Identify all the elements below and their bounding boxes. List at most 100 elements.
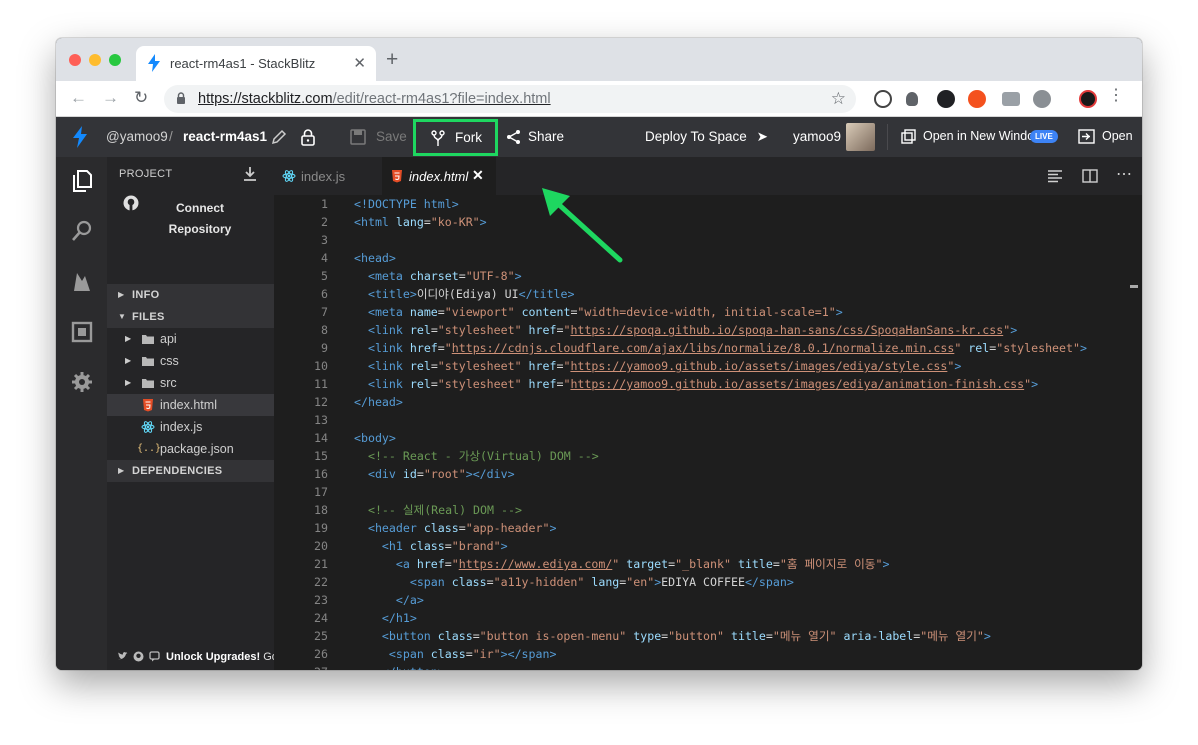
tab-index-js[interactable]: index.js — [274, 157, 382, 195]
extension-orange-icon[interactable] — [968, 90, 986, 108]
header-user[interactable]: @yamoo9 — [106, 129, 168, 144]
scrollbar-marker[interactable] — [1130, 285, 1138, 288]
new-tab-button[interactable]: + — [386, 49, 398, 70]
fork-label: Fork — [455, 130, 482, 145]
stackblitz-bolt-icon — [148, 54, 160, 72]
browser-tab-title: react-rm4as1 - StackBlitz — [170, 56, 316, 71]
code-line: <link rel="stylesheet" href="https://yam… — [367, 359, 962, 373]
folder-icon — [142, 379, 154, 388]
code-line: <meta charset="UTF-8"> — [367, 269, 522, 283]
chat-icon[interactable] — [149, 651, 160, 662]
line-number: 18 — [314, 503, 328, 517]
tree-item-css[interactable]: ▶ css — [107, 350, 274, 372]
tree-item-label: src — [160, 376, 177, 390]
github-icon[interactable] — [133, 651, 144, 662]
format-icon[interactable] — [1047, 168, 1063, 184]
line-number: 17 — [314, 485, 328, 499]
social-icons — [117, 651, 160, 665]
url-text: https://stackblitz.com/edit/react-rm4as1… — [198, 91, 551, 107]
code-line: <h1 class="brand"> — [381, 539, 508, 553]
section-dependencies[interactable]: ▶ DEPENDENCIES — [107, 460, 274, 482]
firebase-icon[interactable] — [70, 270, 94, 294]
activity-bar — [56, 157, 107, 670]
connect-repository-button[interactable]: Connect Repository — [155, 198, 245, 240]
line-number: 21 — [314, 557, 328, 571]
tree-item-package-json[interactable]: {..} package.json — [107, 438, 274, 460]
pencil-icon[interactable] — [270, 128, 288, 146]
extension-camera-icon[interactable] — [1002, 92, 1020, 106]
unlock-upgrades-link[interactable]: Unlock Upgrades! Go — [166, 651, 274, 663]
bookmark-star-icon[interactable]: ☆ — [831, 89, 846, 109]
upgrade-rest-label: Go — [263, 651, 274, 663]
line-number-gutter: 1 2 3 4 5 6 7 8 9 10 11 12 13 14 15 16 17 18 19 20 21 22 23 24 2… — [274, 195, 334, 670]
search-icon[interactable] — [70, 219, 94, 243]
header-username[interactable]: yamoo9 — [793, 129, 841, 144]
code-line: <span class="ir"></span> — [388, 647, 557, 661]
forward-arrow-icon[interactable]: → — [102, 89, 119, 106]
line-number: 19 — [314, 521, 328, 535]
split-editor-icon[interactable] — [1082, 168, 1098, 184]
fork-button[interactable]: Fork — [413, 119, 498, 156]
tree-item-src[interactable]: ▶ src — [107, 372, 274, 394]
extension-check-icon[interactable] — [1033, 90, 1051, 108]
url-host: https://stackblitz.com — [198, 91, 333, 107]
line-number: 24 — [314, 611, 328, 625]
browser-tab-strip: react-rm4as1 - StackBlitz ✕ + — [56, 38, 1142, 81]
minimize-window-button[interactable] — [89, 54, 101, 66]
address-bar: ← → ↻ https://stackblitz.com/edit/react-… — [56, 81, 1142, 117]
folder-icon — [142, 357, 154, 366]
stackblitz-logo-icon[interactable] — [72, 126, 88, 148]
save-label: Save — [376, 129, 407, 144]
tab-index-html[interactable]: index.html ✕ — [382, 157, 496, 195]
extensions-icon[interactable] — [70, 320, 94, 344]
settings-gear-icon[interactable] — [70, 370, 94, 394]
code-line: <!-- 실제(Real) DOM --> — [367, 503, 522, 517]
extension-star-icon[interactable] — [937, 90, 955, 108]
code-editor[interactable]: <!DOCTYPE html> <html lang="ko-KR"> <hea… — [334, 195, 1142, 670]
save-icon — [350, 129, 366, 145]
download-icon[interactable] — [243, 166, 257, 182]
close-tab-icon[interactable]: ✕ — [472, 167, 484, 184]
line-number: 3 — [321, 233, 328, 247]
reload-icon[interactable]: ↻ — [134, 89, 148, 106]
code-line: </button> — [354, 663, 445, 670]
section-files-label: FILES — [132, 311, 165, 323]
extension-bulb-icon[interactable] — [906, 92, 918, 106]
lock-icon[interactable] — [299, 128, 317, 146]
json-braces-icon: {..} — [137, 443, 162, 454]
code-line: <html lang="ko-KR"> — [354, 215, 487, 229]
line-number: 26 — [314, 647, 328, 661]
section-files[interactable]: ▼ FILES — [107, 306, 274, 328]
deploy-label: Deploy To Space — [645, 129, 747, 144]
caret-right-icon: ▶ — [118, 466, 125, 475]
browser-tab[interactable]: react-rm4as1 - StackBlitz ✕ — [136, 46, 376, 81]
browser-window: react-rm4as1 - StackBlitz ✕ + ← → ↻ http… — [56, 38, 1142, 670]
maximize-window-button[interactable] — [109, 54, 121, 66]
section-info[interactable]: ▶ INFO — [107, 284, 274, 306]
avatar[interactable] — [846, 123, 875, 151]
deploy-button[interactable]: Deploy To Space ➤ — [645, 129, 768, 145]
line-number: 11 — [314, 377, 328, 391]
react-icon — [141, 421, 155, 433]
browser-menu-icon[interactable]: ⋮ — [1108, 88, 1124, 104]
tree-item-api[interactable]: ▶ api — [107, 328, 274, 350]
share-icon — [507, 130, 520, 144]
more-options-icon[interactable]: ⋯ — [1116, 164, 1132, 183]
line-number: 20 — [314, 539, 328, 553]
header-project-name[interactable]: react-rm4as1 — [183, 129, 267, 144]
tree-item-label: api — [160, 332, 177, 346]
tree-item-index-html[interactable]: index.html — [107, 394, 274, 416]
tab-label: index.html — [409, 169, 469, 184]
back-arrow-icon[interactable]: ← — [70, 89, 87, 106]
tree-item-index-js[interactable]: index.js — [107, 416, 274, 438]
line-number: 9 — [321, 341, 328, 355]
close-tab-icon[interactable]: ✕ — [353, 54, 366, 72]
extension-openai-icon[interactable] — [874, 90, 892, 108]
folder-icon — [142, 335, 154, 344]
files-icon[interactable] — [70, 169, 94, 193]
close-window-button[interactable] — [69, 54, 81, 66]
url-field[interactable]: https://stackblitz.com/edit/react-rm4as1… — [164, 85, 856, 113]
live-badge: LIVE — [1030, 130, 1058, 143]
twitter-icon[interactable] — [117, 651, 128, 662]
profile-icon[interactable] — [1079, 90, 1097, 108]
